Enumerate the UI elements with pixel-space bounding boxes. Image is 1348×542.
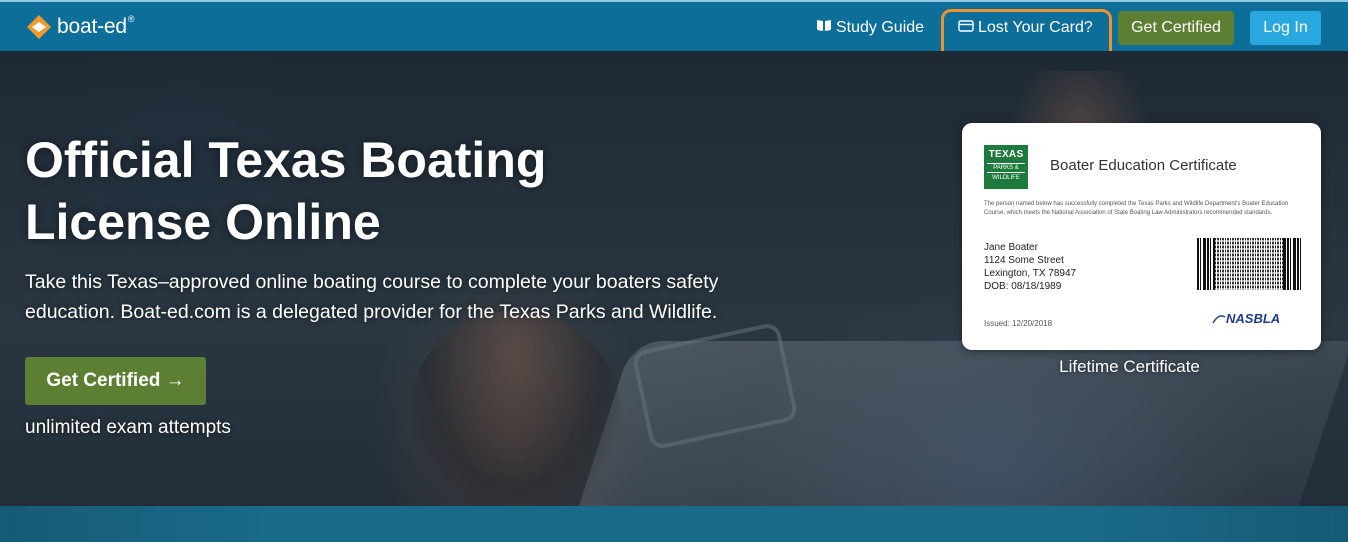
hero-subtitle: Take this Texas–approved online boating … bbox=[25, 271, 719, 323]
nasbla-logo-text: NASBLA bbox=[1226, 311, 1281, 326]
holder-dob: DOB: 08/18/1989 bbox=[984, 281, 1062, 292]
card-icon bbox=[958, 19, 974, 37]
study-guide-label: Study Guide bbox=[836, 19, 925, 36]
lost-card-link[interactable]: Lost Your Card? bbox=[958, 18, 1093, 38]
top-nav: boat-ed ® Study Guide Lost Your Card? Ge… bbox=[0, 0, 1348, 64]
study-guide-link[interactable]: Study Guide bbox=[816, 18, 924, 38]
certificate-holder: Jane Boater 1124 Some Street Lexington, … bbox=[984, 241, 1076, 293]
certificate-issued-date: Issued: 12/20/2018 bbox=[984, 319, 1053, 328]
certificate-title: Boater Education Certificate bbox=[1050, 157, 1237, 174]
holder-name: Jane Boater bbox=[984, 242, 1038, 253]
pdf417-barcode bbox=[1197, 238, 1301, 290]
certificate-caption: Lifetime Certificate bbox=[1059, 357, 1200, 376]
holder-city: Lexington, TX 78947 bbox=[984, 268, 1077, 279]
section-divider-band bbox=[0, 506, 1348, 542]
page-title: Official Texas Boating License Online bbox=[25, 132, 547, 250]
tpw-logo-line1: TEXAS bbox=[988, 149, 1024, 160]
holder-street: 1124 Some Street bbox=[984, 255, 1064, 266]
tpw-logo-line2: PARKS & bbox=[987, 163, 1025, 173]
tpw-logo-line3: WILDLIFE bbox=[992, 175, 1020, 181]
boat-ed-logo-icon bbox=[26, 14, 52, 40]
nasbla-logo: NASBLA bbox=[1212, 311, 1280, 326]
logo-text: boat-ed bbox=[57, 15, 127, 38]
unlimited-attempts-note: unlimited exam attempts bbox=[25, 417, 231, 438]
certificate-card: TEXAS PARKS & WILDLIFE Boater Education … bbox=[962, 123, 1321, 350]
hero-section: Official Texas Boating License Online Ta… bbox=[0, 51, 1348, 506]
book-icon bbox=[816, 19, 832, 37]
logo-registered-mark: ® bbox=[127, 14, 135, 24]
get-certified-nav-button[interactable]: Get Certified bbox=[1118, 11, 1234, 45]
log-in-button[interactable]: Log In bbox=[1250, 11, 1321, 45]
lost-card-label: Lost Your Card? bbox=[978, 19, 1093, 36]
boat-ed-logo[interactable]: boat-ed ® bbox=[26, 14, 134, 40]
texas-parks-wildlife-logo: TEXAS PARKS & WILDLIFE bbox=[984, 145, 1028, 189]
get-certified-hero-button[interactable]: Get Certified → bbox=[25, 357, 206, 405]
certificate-body-text: The person named below has successfully … bbox=[984, 201, 1289, 216]
